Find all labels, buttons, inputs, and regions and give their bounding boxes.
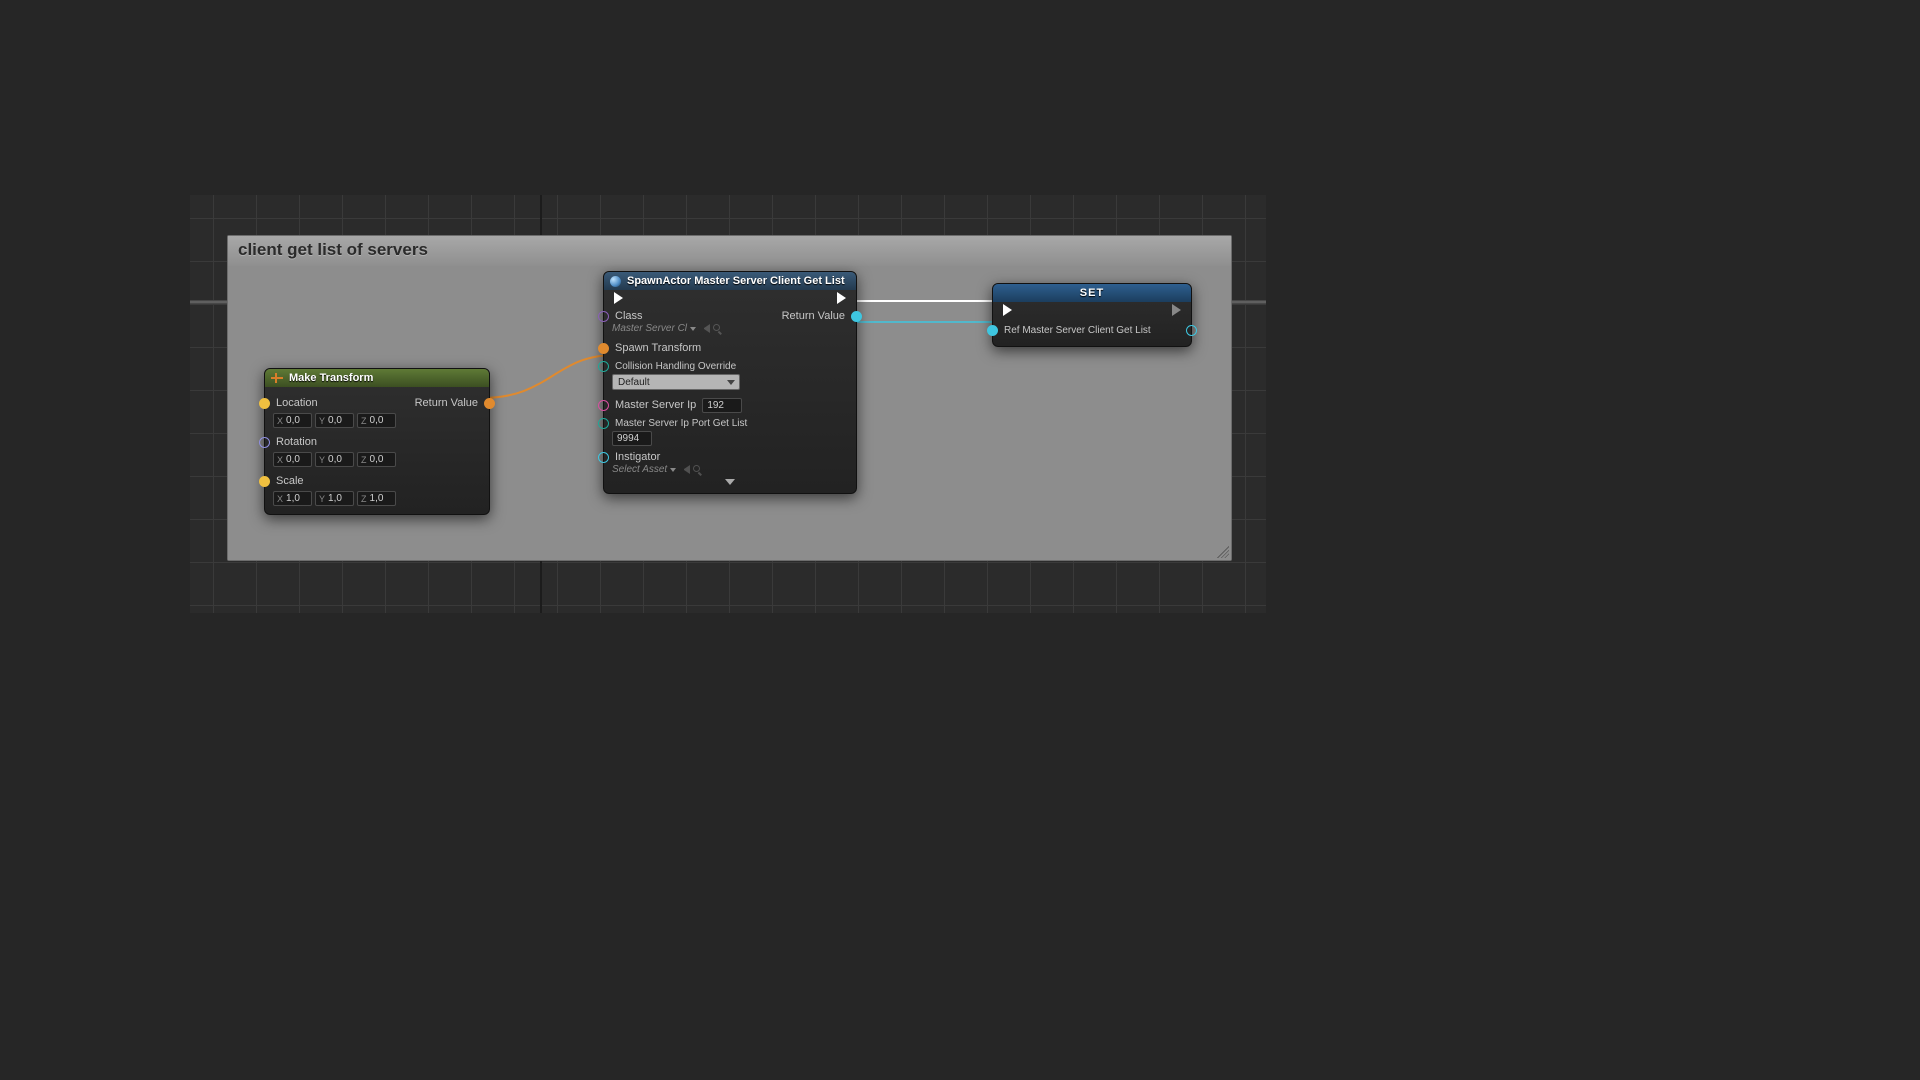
exec-out-pin[interactable] [1172,304,1181,316]
label-return-value: Return Value [415,397,478,409]
node-set-variable[interactable]: SET Ref Master Server Client Get List [992,283,1192,347]
comment-title[interactable]: client get list of servers [228,236,1231,266]
node-header[interactable]: SET [993,284,1191,302]
transform-icon [271,373,283,383]
rotation-vector: X Y Z [273,452,481,467]
node-header[interactable]: SpawnActor Master Server Client Get List [604,272,856,290]
exec-out-pin[interactable] [837,292,846,304]
label-collision: Collision Handling Override [615,361,736,372]
pin-return-value-out[interactable] [484,398,495,409]
node-header[interactable]: Make Transform [265,369,489,387]
label-scale: Scale [276,475,304,487]
scale-y[interactable]: Y [315,491,354,506]
label-spawn-transform: Spawn Transform [615,342,701,354]
label-location: Location [276,397,318,409]
instigator-dropdown[interactable]: Select Asset [612,464,676,475]
label-return-value: Return Value [782,310,845,322]
use-selected-icon[interactable] [701,324,710,333]
resize-handle-icon[interactable] [1217,546,1229,558]
pin-scale-in[interactable] [259,476,270,487]
rotation-z[interactable]: Z [357,452,396,467]
pin-rotation-in[interactable] [259,437,270,448]
node-make-transform[interactable]: Make Transform Location Return Value X Y… [264,368,490,515]
browse-icon[interactable] [693,465,700,472]
label-master-ip: Master Server Ip [615,399,696,411]
location-vector: X Y Z [273,413,481,428]
pin-port-in[interactable] [598,418,609,429]
pin-collision-in[interactable] [598,361,609,372]
exec-in-pin[interactable] [1003,304,1012,316]
master-ip-input[interactable] [702,398,742,413]
label-instigator: Instigator [615,451,660,463]
function-icon [610,276,621,287]
browse-icon[interactable] [713,324,720,331]
pin-ref-in[interactable] [987,325,998,336]
class-dropdown[interactable]: Master Server Cl [612,323,696,334]
node-title: SpawnActor Master Server Client Get List [627,275,845,287]
pin-location-in[interactable] [259,398,270,409]
pin-class-in[interactable] [598,311,609,322]
label-class: Class [615,310,643,322]
scale-x[interactable]: X [273,491,312,506]
expand-node-icon[interactable] [725,479,735,485]
pin-instigator-in[interactable] [598,452,609,463]
label-rotation: Rotation [276,436,317,448]
rotation-x[interactable]: X [273,452,312,467]
node-title: SET [1080,287,1104,299]
scale-vector: X Y Z [273,491,481,506]
collision-dropdown[interactable]: Default [612,374,740,390]
label-port: Master Server Ip Port Get List [615,418,747,429]
pin-spawn-transform-in[interactable] [598,343,609,354]
location-y[interactable]: Y [315,413,354,428]
rotation-y[interactable]: Y [315,452,354,467]
location-x[interactable]: X [273,413,312,428]
label-ref: Ref Master Server Client Get List [1004,325,1151,336]
pin-return-value-out[interactable] [851,311,862,322]
node-title: Make Transform [289,372,373,384]
port-input[interactable] [612,431,652,446]
pin-master-ip-in[interactable] [598,400,609,411]
scale-z[interactable]: Z [357,491,396,506]
pin-ref-out[interactable] [1186,325,1197,336]
location-z[interactable]: Z [357,413,396,428]
use-selected-icon[interactable] [681,465,690,474]
node-spawn-actor[interactable]: SpawnActor Master Server Client Get List… [603,271,857,494]
exec-in-pin[interactable] [614,292,623,304]
